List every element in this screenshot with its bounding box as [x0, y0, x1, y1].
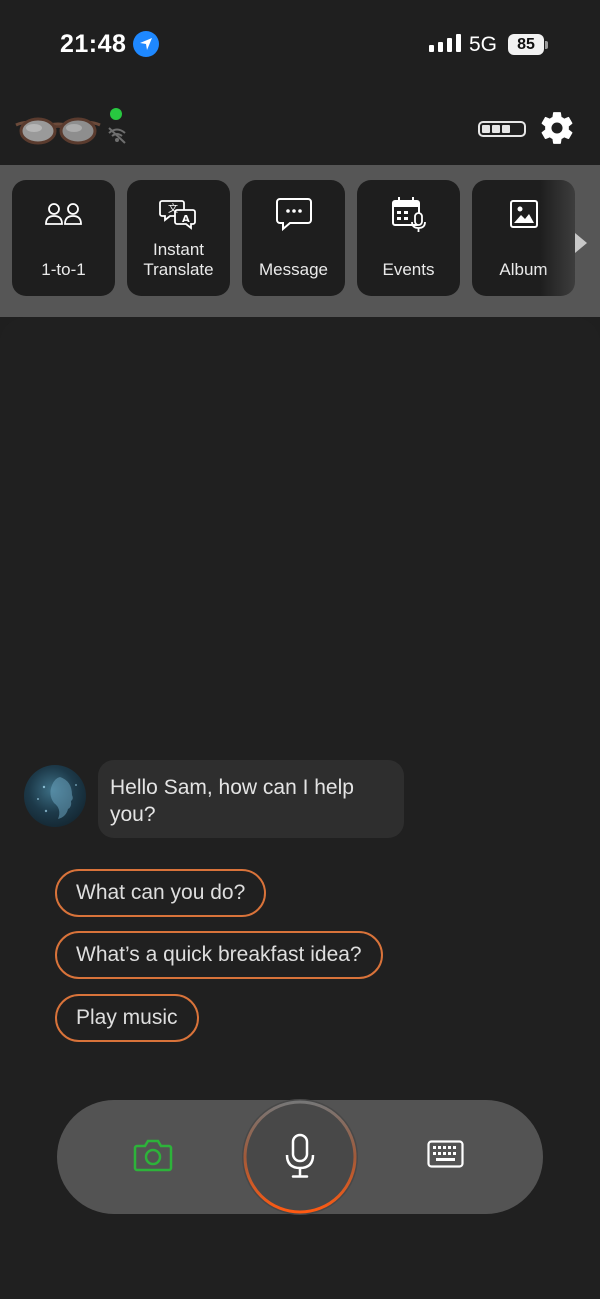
- translate-icon: 文 A: [127, 196, 230, 232]
- status-bar: 21:48 5G 85: [0, 0, 600, 90]
- battery-bar: [502, 125, 510, 133]
- scroll-fade: [540, 165, 600, 317]
- scroll-right-arrow-icon[interactable]: [573, 231, 589, 255]
- cellular-signal-icon: [429, 34, 461, 52]
- connection-status-dot: [110, 108, 122, 120]
- input-control-bar: [57, 1099, 543, 1215]
- microphone-button[interactable]: [242, 1099, 358, 1215]
- suggestion-chip[interactable]: What’s a quick breakfast idea?: [55, 931, 383, 979]
- assistant-message-bubble: Hello Sam, how can I help you?: [98, 760, 404, 838]
- feature-label: Events: [382, 260, 435, 279]
- assistant-avatar: [24, 765, 86, 827]
- wifi-off-icon: [108, 127, 126, 144]
- network-type: 5G: [469, 33, 498, 56]
- feature-tile-instant-translate[interactable]: 文 A Instant Translate: [127, 180, 230, 296]
- feature-tile-1-to-1[interactable]: 1-to-1: [12, 180, 115, 296]
- svg-text:文: 文: [168, 202, 178, 215]
- location-arrow-icon: [133, 31, 159, 57]
- suggestion-chip[interactable]: What can you do?: [55, 869, 267, 917]
- battery-nub: [545, 41, 548, 49]
- status-time: 21:48: [60, 30, 127, 58]
- feature-tile-message[interactable]: Message: [242, 180, 345, 296]
- calendar-mic-icon: [357, 196, 460, 232]
- two-people-icon: [12, 196, 115, 232]
- battery-bar: [482, 125, 490, 133]
- settings-gear-icon[interactable]: [538, 109, 576, 147]
- feature-label: 1-to-1: [41, 260, 86, 279]
- feature-label: Instant Translate: [143, 240, 214, 279]
- feature-tile-events[interactable]: Events: [357, 180, 460, 296]
- battery-bar: [492, 125, 500, 133]
- device-battery-icon: [478, 121, 526, 137]
- keyboard-icon[interactable]: [427, 1140, 464, 1168]
- suggestion-chip[interactable]: Play music: [55, 994, 199, 1042]
- glasses-device-icon[interactable]: [14, 109, 102, 149]
- chat-panel: Hello Sam, how can I help you? What can …: [0, 317, 600, 1299]
- message-icon: [242, 196, 345, 232]
- device-header: [0, 95, 600, 165]
- feature-strip: 1-to-1 文 A Instant Translate Message Eve…: [0, 165, 600, 317]
- microphone-icon: [285, 1133, 315, 1178]
- svg-text:A: A: [182, 214, 190, 225]
- feature-label: Message: [259, 260, 328, 279]
- camera-icon[interactable]: [133, 1138, 173, 1172]
- phone-battery-level: 85: [508, 34, 544, 55]
